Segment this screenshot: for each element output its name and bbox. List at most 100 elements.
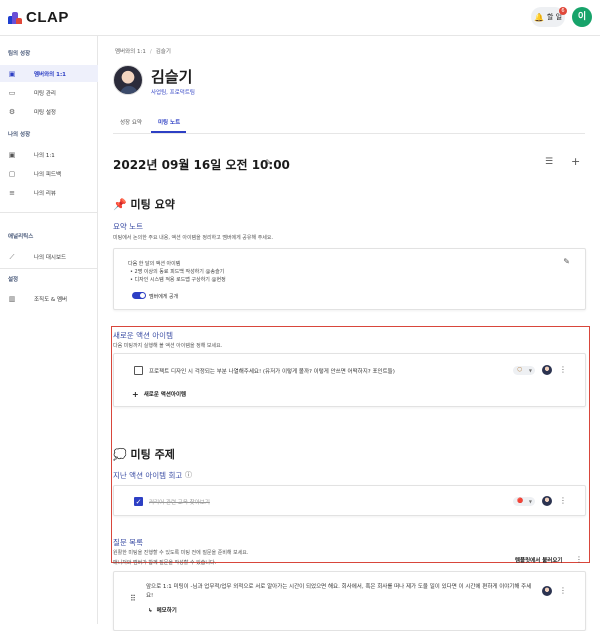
person-card-icon: ▣ (8, 150, 16, 159)
assignee-avatar[interactable] (542, 365, 552, 375)
sidebar-section-title: 팀의 성장 (8, 51, 31, 57)
more-options-icon[interactable]: ⋮ (559, 366, 567, 374)
summary-note-line: • 디자인 시스템 적용 로드맵 구상하기 @현정 (130, 276, 226, 283)
sidebar-divider (0, 268, 98, 269)
notifications-count-badge: 6 (559, 7, 567, 15)
profile-avatar (113, 65, 143, 95)
add-action-item-button[interactable]: + 새로운 액션아이템 (132, 390, 186, 399)
priority-select[interactable]: 🔴 ▼ (513, 497, 535, 506)
sidebar-item-my-1on1[interactable]: ▣ 나의 1:1 (0, 146, 98, 163)
question-text-line: 요! (146, 593, 154, 599)
more-options-icon[interactable]: ⋮ (559, 497, 567, 505)
add-plus-icon[interactable]: + (571, 155, 580, 168)
questions-description: 원활한 미팅을 진행할 수 있도록 미팅 전에 질문을 준비해 보세요. (113, 550, 249, 556)
past-action-items-card: ✓ 커리어 관련 교육 찾아보기 🔴 ▼ ⋮ (113, 485, 586, 516)
drag-handle-icon[interactable]: ⠿ (130, 594, 136, 603)
calendar-icon: ▭ (8, 88, 16, 97)
summary-note-card[interactable]: 다음 한 달의 액션 아이템 • 2명 이상의 동료 피드백 작성하기 @송슬기… (113, 248, 586, 310)
sidebar-item-my-feedback[interactable]: ▢ 나의 피드백 (0, 165, 98, 182)
question-card: ⠿ 앞으로 1:1 미팅이 -님과 업무적/업무 외적으로 서로 알아가는 시간… (113, 571, 586, 631)
sidebar-divider (0, 212, 98, 213)
bell-icon: 🔔 (533, 12, 544, 22)
questions-description: 매니저와 멤버가 함께 질문을 작성할 수 있습니다. (113, 560, 217, 566)
meeting-topics-heading: 💭 미팅 주제 (113, 448, 175, 461)
clap-logo[interactable]: CLAP (8, 9, 69, 26)
edit-pencil-icon[interactable]: ✎ (563, 257, 570, 266)
meeting-title: 2022년 09월 16일 오전 10:00 (113, 158, 290, 172)
sidebar-item-label: 멤버와의 1:1 (34, 71, 67, 78)
top-bar: CLAP 🔔 할 일 6 이 (0, 0, 600, 36)
share-with-member-label: 멤버에게 공개 (149, 294, 179, 300)
add-memo-label: 메모하기 (156, 608, 177, 614)
summary-note-heading: 요약 노트 (113, 222, 143, 231)
sidebar-item-label: 나의 피드백 (34, 171, 62, 178)
sidebar: 팀의 성장 ▣ 멤버와의 1:1 ▭ 미팅 관리 ⚙ 미팅 설정 나의 성장 ▣… (0, 36, 98, 624)
sidebar-item-label: 미팅 관리 (34, 90, 56, 97)
sidebar-item-label: 나의 리뷰 (34, 190, 56, 197)
sidebar-item-meeting-management[interactable]: ▭ 미팅 관리 (0, 84, 98, 101)
question-text[interactable]: 앞으로 1:1 미팅이 -님과 업무적/업무 외적으로 서로 알아가는 시간이 … (146, 583, 536, 601)
info-circle-icon[interactable]: ⓘ (185, 470, 192, 480)
action-item-text[interactable]: 프로젝트 디자인 시 걱정되는 부분 나열해주세요! (유저가 이렇게 볼까? … (149, 367, 395, 375)
question-text-line: 앞으로 1:1 미팅이 -님과 업무적/업무 외적으로 서로 알아가는 시간이 … (146, 584, 532, 590)
questions-heading: 질문 목록 (113, 538, 143, 547)
breadcrumb: 멤버와의 1:1/김슬기 (115, 47, 171, 55)
profile-name: 김슬기 (151, 68, 193, 86)
chevron-down-icon: ▼ (528, 499, 532, 504)
chat-bubble-icon: ▢ (8, 169, 16, 178)
sidebar-item-label: 나의 대시보드 (34, 254, 67, 261)
action-item-checkbox[interactable] (134, 366, 143, 375)
sidebar-item-meeting-settings[interactable]: ⚙ 미팅 설정 (0, 103, 98, 120)
assignee-avatar[interactable] (542, 496, 552, 506)
profile-team: 사업팀, 프로덕트팀 (151, 90, 195, 96)
sidebar-item-org-members[interactable]: ▥ 조직도 & 멤버 (0, 290, 98, 307)
sidebar-section-title: 나의 성장 (8, 132, 31, 138)
trend-icon: ⟋ (9, 252, 15, 261)
list-icon: ≡ (9, 188, 15, 197)
edit-pencil-icon[interactable]: ✎ (265, 158, 272, 167)
summary-note-line: 다음 한 달의 액션 아이템 (128, 261, 181, 267)
past-action-item-checkbox[interactable]: ✓ (134, 497, 143, 506)
list-menu-icon[interactable]: ☰ (545, 157, 553, 167)
sidebar-item-member-1on1[interactable]: ▣ 멤버와의 1:1 (0, 65, 98, 82)
past-action-items-heading: 지난 액션 아이템 회고 (113, 471, 183, 480)
building-icon: ▥ (8, 294, 16, 303)
past-action-item-text[interactable]: 커리어 관련 교육 찾아보기 (149, 498, 210, 506)
sidebar-item-my-dashboard[interactable]: ⟋ 나의 대시보드 (0, 248, 98, 265)
sidebar-section-title: 설정 (8, 277, 19, 283)
meeting-summary-heading: 📌 미팅 요약 (113, 198, 175, 211)
share-with-member-toggle[interactable] (132, 292, 146, 299)
author-avatar (542, 586, 552, 596)
gear-icon: ⚙ (8, 107, 16, 116)
tab-growth-summary[interactable]: 성장 요약 (120, 118, 142, 126)
plus-icon: + (132, 390, 139, 399)
add-action-item-label: 새로운 액션아이템 (143, 392, 187, 398)
main-content: 멤버와의 1:1/김슬기 김슬기 사업팀, 프로덕트팀 성장 요약 미팅 노트 … (99, 36, 600, 631)
sidebar-section-title: 애널리틱스 (8, 234, 34, 240)
tab-meeting-notes[interactable]: 미팅 노트 (158, 118, 180, 126)
priority-select[interactable]: 🌕 ▼ (513, 366, 535, 375)
new-action-items-description: 다음 미팅까지 실행해 볼 액션 아이템을 정해 보세요. (113, 343, 223, 349)
reply-arrow-icon: ↳ (148, 608, 153, 614)
sidebar-item-label: 나의 1:1 (34, 152, 55, 159)
more-options-icon[interactable]: ⋮ (575, 555, 583, 564)
sidebar-item-label: 조직도 & 멤버 (34, 296, 68, 303)
new-action-items-heading: 새로운 액션 아이템 (113, 331, 173, 340)
breadcrumb-separator: / (149, 49, 152, 55)
new-action-items-card: 프로젝트 디자인 시 걱정되는 부분 나열해주세요! (유저가 이렇게 볼까? … (113, 353, 586, 407)
tabs-divider (113, 133, 585, 134)
load-from-template-button[interactable]: 템플릿에서 불러오기 (515, 556, 562, 564)
priority-tag: 🌕 (517, 367, 523, 373)
add-memo-button[interactable]: ↳ 메모하기 (148, 606, 177, 614)
sidebar-item-label: 미팅 설정 (34, 109, 56, 116)
more-options-icon[interactable]: ⋮ (559, 587, 567, 595)
summary-note-description: 미팅에서 논의한 주요 내용, 액션 아이템을 정리하고 멤버에게 공유해 주세… (113, 235, 274, 241)
sidebar-item-my-review[interactable]: ≡ 나의 리뷰 (0, 184, 98, 201)
logo-mark-icon (8, 11, 22, 24)
logo-text: CLAP (26, 9, 69, 26)
user-avatar-button[interactable]: 이 (572, 7, 592, 27)
summary-note-content[interactable]: 다음 한 달의 액션 아이템 • 2명 이상의 동료 피드백 작성하기 @송슬기… (128, 261, 226, 284)
breadcrumb-parent-link[interactable]: 멤버와의 1:1 (115, 49, 146, 55)
person-card-icon: ▣ (8, 69, 16, 78)
breadcrumb-current: 김슬기 (155, 49, 171, 55)
